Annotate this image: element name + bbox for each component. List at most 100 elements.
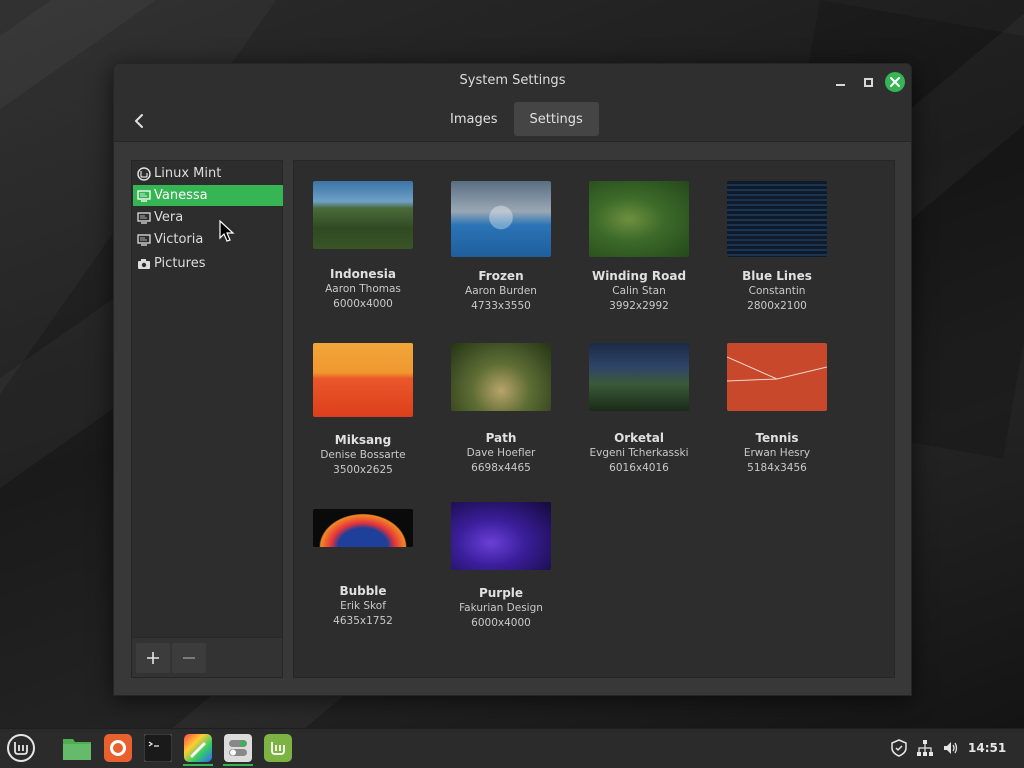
wallpaper-author: Erik Skof [340, 600, 386, 612]
wallpaper-thumbnail [313, 181, 413, 249]
sidebar-item-vanessa[interactable]: Vanessa [133, 185, 283, 206]
wallpaper-thumbnail [313, 509, 413, 547]
monitor-icon [137, 189, 151, 203]
window-title: System Settings [459, 73, 566, 88]
wallpaper-thumbnail [451, 502, 551, 570]
wallpaper-tile-purple[interactable]: Purple Fakurian Design 6000x4000 [436, 502, 566, 630]
wallpaper-tile-tennis[interactable]: Tennis Erwan Hesry 5184x3456 [712, 343, 842, 475]
settings-launcher[interactable] [223, 733, 253, 766]
wallpaper-name: Winding Road [591, 269, 687, 283]
wallpaper-tile-indonesia[interactable]: Indonesia Aaron Thomas 6000x4000 [298, 181, 428, 311]
firefox-launcher[interactable] [103, 733, 133, 763]
paint-launcher[interactable] [183, 733, 213, 766]
monitor-icon [137, 233, 151, 247]
settings-toggle-icon [224, 734, 252, 762]
wallpaper-thumbnail [589, 181, 689, 257]
tab-images[interactable]: Images [434, 102, 514, 136]
remove-folder-button[interactable] [172, 643, 206, 673]
wallpaper-name: Bubble [339, 584, 387, 598]
chevron-left-icon [135, 114, 143, 128]
window-titlebar[interactable]: System Settings [114, 64, 911, 100]
wallpaper-source-list: Linux Mint Vanessa Vera Victoria Picture… [131, 160, 283, 678]
mint-logo-icon [137, 166, 151, 181]
back-button[interactable] [126, 108, 152, 134]
maximize-icon [863, 77, 873, 87]
shield-tray-button[interactable] [890, 739, 908, 757]
sidebar-item-linux-mint[interactable]: Linux Mint [133, 163, 283, 184]
wallpaper-tile-orketal[interactable]: Orketal Evgeni Tcherkasski 6016x4016 [574, 343, 704, 475]
terminal-icon [144, 734, 172, 762]
tennis-lines-graphic [727, 356, 827, 382]
wallpaper-author: Constantin [748, 285, 806, 297]
network-icon [917, 740, 933, 756]
minimize-icon [835, 84, 845, 86]
taskbar: 14:51 [0, 728, 1024, 768]
volume-tray-button[interactable] [942, 739, 960, 757]
wallpaper-tile-winding-road[interactable]: Winding Road Calin Stan 3992x2992 [574, 181, 704, 313]
wallpaper-author: Erwan Hesry [743, 447, 811, 459]
mint-update-icon [264, 734, 292, 762]
close-button[interactable] [885, 72, 905, 92]
wallpaper-thumbnail [313, 343, 413, 417]
wallpaper-name: Frozen [478, 269, 524, 283]
wallpaper-thumbnail [451, 343, 551, 411]
wallpaper-thumbnail [451, 181, 551, 257]
wallpaper-resolution: 5184x3456 [747, 462, 807, 474]
volume-icon [944, 742, 958, 754]
mouse-pointer-icon [219, 220, 235, 242]
tab-settings[interactable]: Settings [513, 102, 599, 136]
wallpaper-author: Aaron Thomas [325, 283, 401, 295]
wallpaper-name: Tennis [755, 431, 799, 445]
minus-icon [183, 657, 195, 659]
sidebar-item-victoria[interactable]: Victoria [133, 229, 283, 250]
wallpaper-tile-path[interactable]: Path Dave Hoefler 6698x4465 [436, 343, 566, 475]
wallpaper-author: Evgeni Tcherkasski [589, 447, 689, 459]
wallpaper-resolution: 6016x4016 [609, 462, 669, 474]
wallpaper-author: Dave Hoefler [466, 447, 536, 459]
mint-menu-button[interactable] [6, 733, 36, 763]
wallpaper-resolution: 2800x2100 [747, 300, 807, 312]
shield-icon [891, 739, 907, 757]
wallpaper-name: Indonesia [330, 267, 396, 281]
network-tray-button[interactable] [916, 739, 934, 757]
wallpaper-name: Miksang [334, 433, 392, 447]
monitor-icon [137, 211, 151, 225]
wallpaper-resolution: 4733x3550 [471, 300, 531, 312]
wallpaper-tile-frozen[interactable]: Frozen Aaron Burden 4733x3550 [436, 181, 566, 313]
wallpaper-name: Purple [478, 586, 524, 600]
wallpaper-resolution: 6000x4000 [471, 617, 531, 629]
header-bar: Images Settings [114, 100, 911, 142]
wallpaper-resolution: 6000x4000 [333, 298, 393, 310]
wallpaper-resolution: 6698x4465 [471, 462, 531, 474]
plus-icon [147, 652, 159, 664]
taskbar-clock[interactable]: 14:51 [968, 741, 1006, 755]
wallpaper-grid: Indonesia Aaron Thomas 6000x4000 Frozen … [293, 160, 895, 678]
active-indicator [223, 764, 253, 766]
wallpaper-resolution: 4635x1752 [333, 615, 393, 627]
sidebar-item-pictures[interactable]: Pictures [133, 253, 283, 274]
mint-update-launcher[interactable] [263, 733, 293, 763]
wallpaper-tile-miksang[interactable]: Miksang Denise Bossarte 3500x2625 [298, 343, 428, 477]
sidebar-item-label: Linux Mint [154, 166, 222, 181]
close-icon [890, 77, 900, 87]
wallpaper-tile-blue-lines[interactable]: Blue Lines Constantin 2800x2100 [712, 181, 842, 313]
wallpaper-thumbnail [727, 343, 827, 411]
mint-menu-icon [7, 734, 35, 762]
wallpaper-thumbnail [589, 343, 689, 411]
add-folder-button[interactable] [136, 643, 170, 673]
paint-icon [184, 734, 212, 762]
system-settings-window: System Settings Images Settings Linux Mi… [113, 63, 912, 696]
sidebar-item-label: Pictures [154, 256, 206, 271]
wallpaper-resolution: 3992x2992 [609, 300, 669, 312]
sidebar-item-vera[interactable]: Vera [133, 207, 283, 228]
minimize-button[interactable] [830, 72, 850, 92]
wallpaper-tile-bubble[interactable]: Bubble Erik Skof 4635x1752 [298, 509, 428, 628]
wallpaper-name: Path [485, 431, 517, 445]
wallpaper-name: Orketal [614, 431, 664, 445]
terminal-launcher[interactable] [143, 733, 173, 763]
maximize-button[interactable] [858, 72, 878, 92]
wallpaper-name: Blue Lines [742, 269, 812, 283]
wallpaper-author: Fakurian Design [459, 602, 543, 614]
wallpaper-thumbnail [727, 181, 827, 257]
files-launcher[interactable] [62, 733, 92, 763]
